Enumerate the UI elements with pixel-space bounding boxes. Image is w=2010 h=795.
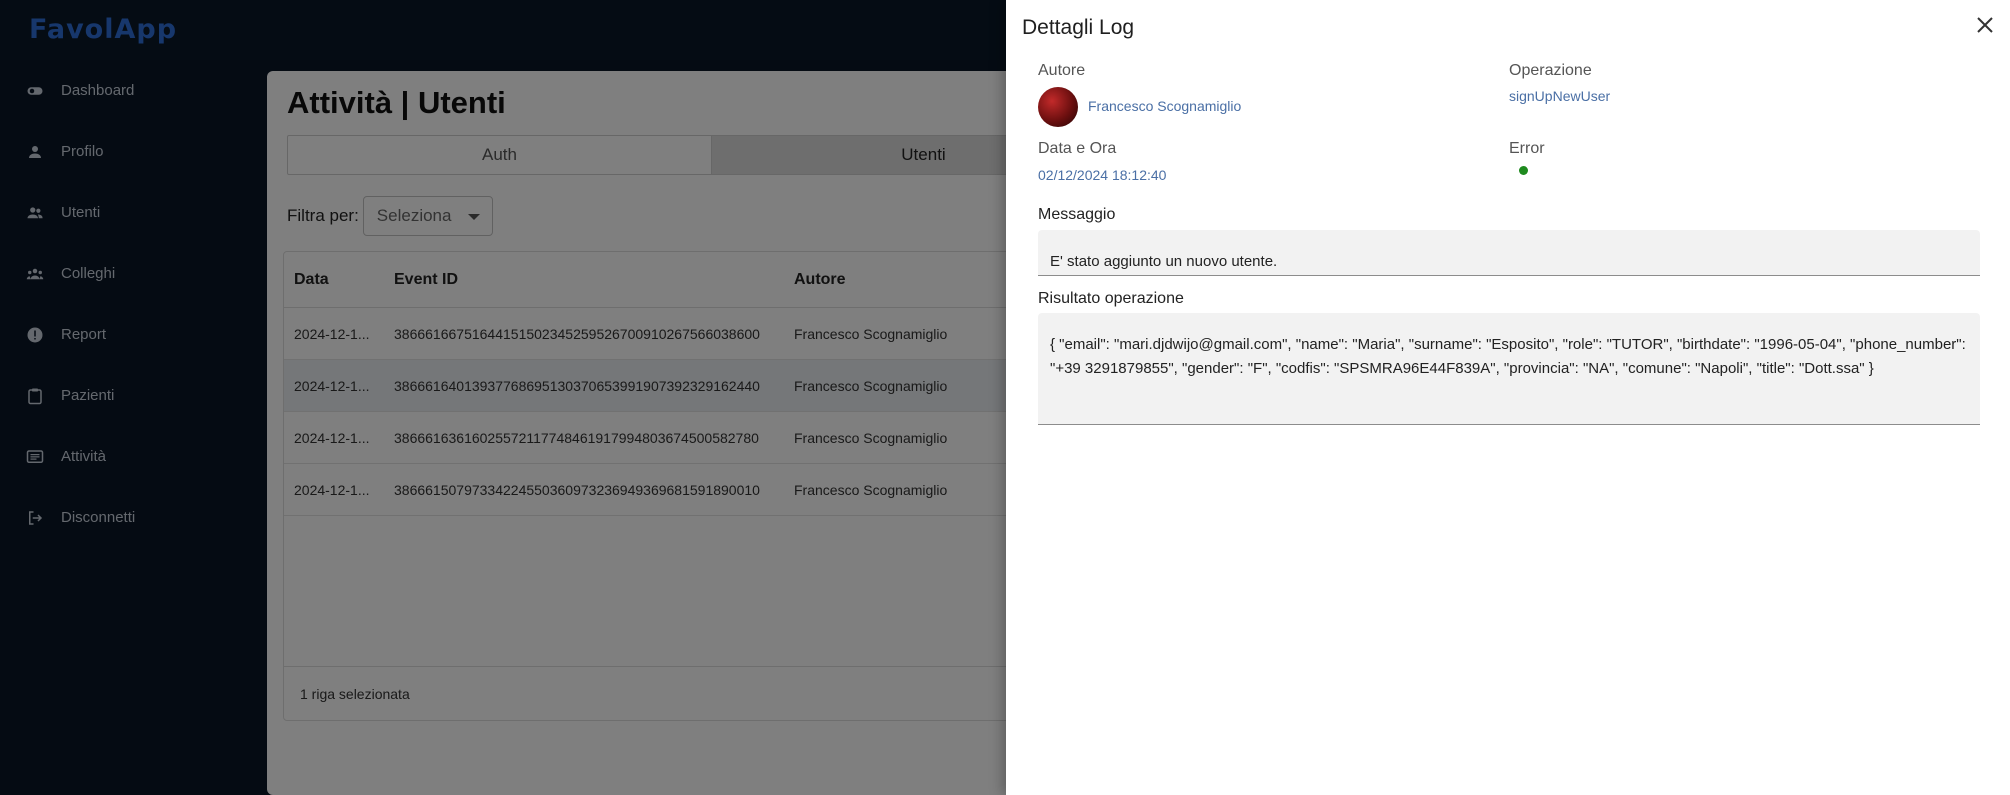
close-button[interactable] xyxy=(1972,12,1998,38)
messaggio-label: Messaggio xyxy=(1038,206,1116,223)
log-details-drawer: Dettagli Log Autore Francesco Scognamigl… xyxy=(1006,0,2010,795)
data-ora-label: Data e Ora xyxy=(1038,140,1117,157)
operazione-label: Operazione xyxy=(1509,62,1592,79)
autore-value: Francesco Scognamiglio xyxy=(1088,98,1242,114)
messaggio-value: E' stato aggiunto un nuovo utente. xyxy=(1050,253,1278,270)
risultato-field[interactable]: { "email": "mari.djdwijo@gmail.com", "na… xyxy=(1038,313,1980,425)
operazione-value: signUpNewUser xyxy=(1509,88,1611,104)
avatar xyxy=(1038,87,1078,127)
messaggio-field[interactable]: E' stato aggiunto un nuovo utente. xyxy=(1038,230,1980,276)
error-label: Error xyxy=(1509,140,1545,157)
close-icon xyxy=(1977,17,1993,33)
risultato-label: Risultato operazione xyxy=(1038,290,1184,307)
status-indicator xyxy=(1519,166,1528,175)
data-ora-value: 02/12/2024 18:12:40 xyxy=(1038,167,1167,183)
risultato-value: { "email": "mari.djdwijo@gmail.com", "na… xyxy=(1050,336,1966,377)
drawer-title: Dettagli Log xyxy=(1022,16,1135,39)
autore-label: Autore xyxy=(1038,62,1086,79)
